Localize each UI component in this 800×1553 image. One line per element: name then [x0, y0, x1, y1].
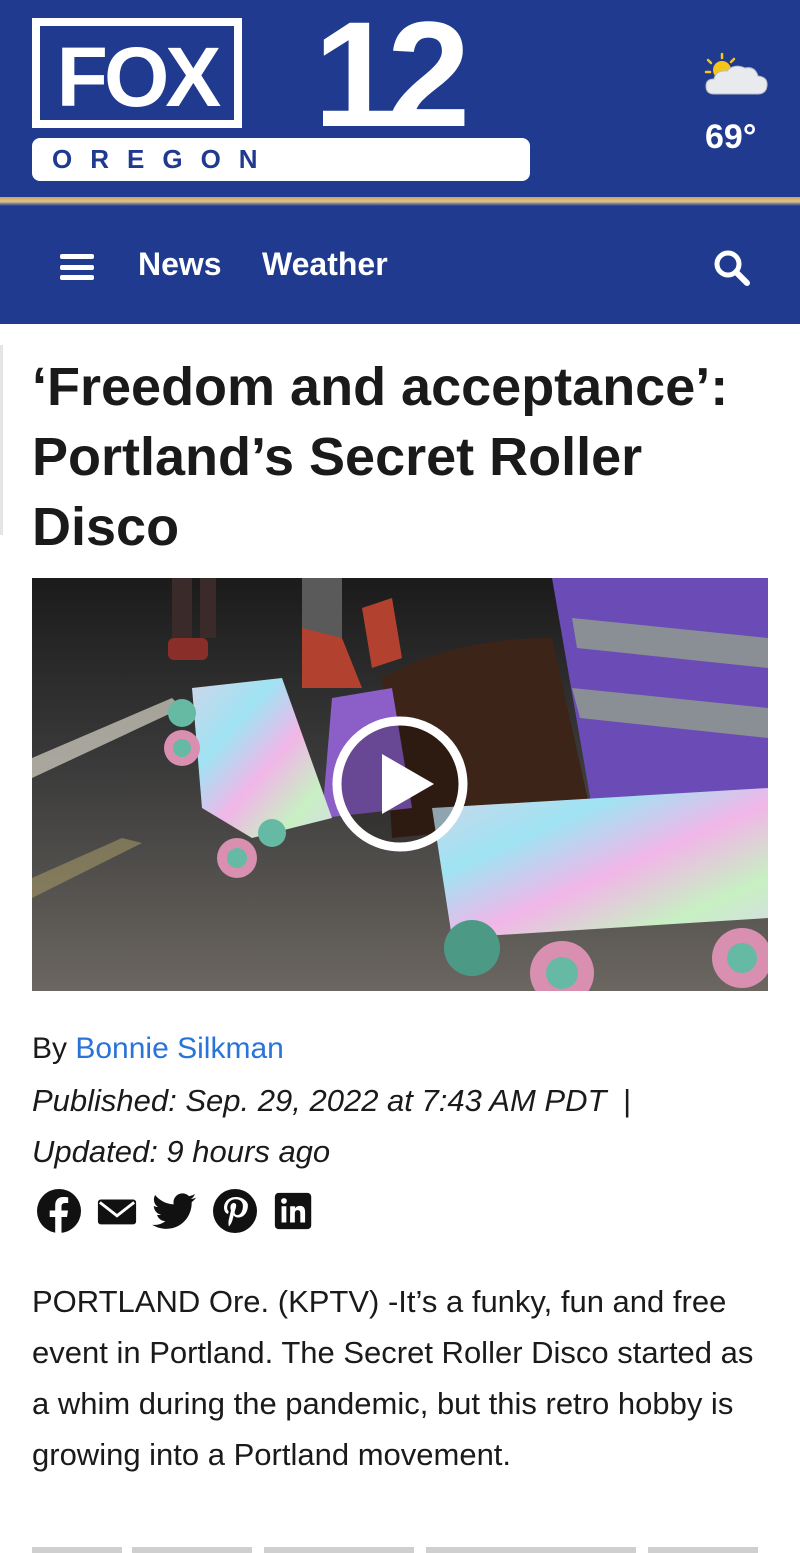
nav-link-news[interactable]: News — [138, 246, 222, 283]
email-icon[interactable] — [96, 1188, 138, 1234]
divider — [0, 345, 3, 535]
temperature[interactable]: 69° — [705, 118, 756, 157]
article-body-paragraph: PORTLAND Ore. (KPTV) -It’s a funky, fun … — [32, 1284, 754, 1472]
next-paragraph-cutoff — [32, 1547, 758, 1553]
author-link[interactable]: Bonnie Silkman — [75, 1032, 283, 1065]
hamburger-menu-icon[interactable] — [60, 254, 94, 280]
meta-separator: | — [623, 1083, 632, 1118]
twitter-icon[interactable] — [152, 1188, 198, 1234]
updated-time: Updated: 9 hours ago — [32, 1134, 331, 1169]
play-icon[interactable] — [332, 716, 468, 852]
nav-bar: News Weather — [0, 206, 800, 324]
search-icon[interactable] — [712, 248, 752, 288]
facebook-icon[interactable] — [36, 1188, 82, 1234]
share-bar — [36, 1188, 316, 1234]
partly-cloudy-icon[interactable] — [700, 52, 772, 100]
svg-text:FOX: FOX — [57, 30, 222, 124]
linkedin-icon[interactable] — [272, 1188, 316, 1234]
published-date-line: Published: Sep. 29, 2022 at 7:43 AM PDT … — [32, 1083, 772, 1119]
pinterest-icon[interactable] — [212, 1188, 258, 1234]
published-date: Published: Sep. 29, 2022 at 7:43 AM PDT — [32, 1083, 607, 1118]
svg-text:OREGON: OREGON — [52, 144, 276, 174]
svg-text:12: 12 — [314, 18, 465, 158]
video-player[interactable] — [32, 578, 768, 991]
article-headline: ‘Freedom and acceptance’: Portland’s Sec… — [32, 357, 729, 557]
fox12-oregon-logo[interactable]: FOX 12 OREGON — [32, 18, 532, 183]
byline: By Bonnie Silkman — [32, 1032, 284, 1066]
byline-prefix: By — [32, 1032, 68, 1065]
nav-link-weather[interactable]: Weather — [262, 246, 388, 283]
header-divider — [0, 197, 800, 206]
site-header: FOX 12 OREGON 69° — [0, 0, 800, 197]
